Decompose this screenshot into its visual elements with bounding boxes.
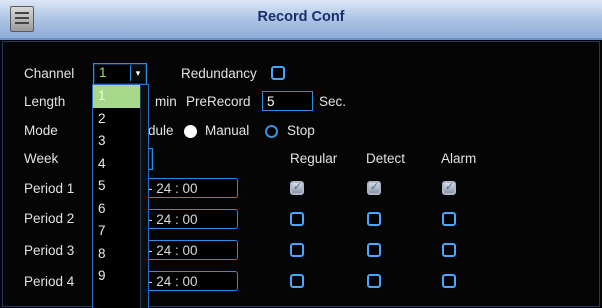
prerecord-label: PreRecord [186, 94, 251, 109]
period-3-regular-checkbox[interactable] [290, 243, 304, 257]
period-3-alarm-checkbox[interactable] [442, 243, 456, 257]
period-4-detect-checkbox[interactable] [367, 274, 381, 288]
column-alarm: Alarm [441, 151, 477, 166]
period-4-alarm-checkbox[interactable] [442, 274, 456, 288]
period-2-alarm-checkbox[interactable] [442, 212, 456, 226]
chevron-down-icon[interactable]: ▾ [130, 65, 145, 81]
prerecord-unit: Sec. [319, 94, 347, 109]
period-3-time[interactable]: - 24 : 00 [140, 240, 238, 260]
period-2-regular-checkbox[interactable] [290, 212, 304, 226]
period-4-time[interactable]: - 24 : 00 [140, 271, 238, 291]
mode-label: Mode [24, 123, 58, 138]
mode-manual-label: Manual [205, 123, 250, 138]
dropdown-scrollbar[interactable] [140, 85, 148, 308]
period-2-detect-checkbox[interactable] [367, 212, 381, 226]
length-label: Length [24, 94, 66, 109]
channel-select[interactable]: 1 ▾ [93, 63, 147, 85]
period-4-regular-checkbox[interactable] [290, 274, 304, 288]
redundancy-label: Redundancy [181, 66, 257, 81]
period-1-time[interactable]: - 24 : 00 [140, 178, 238, 198]
period-1-alarm-checkbox[interactable] [442, 180, 456, 195]
period-1-regular-checkbox[interactable] [290, 180, 304, 195]
title-bar: Record Conf [0, 0, 602, 40]
period-1-detect-checkbox[interactable] [367, 180, 381, 195]
window-title: Record Conf [257, 9, 345, 25]
channel-select-value: 1 [99, 65, 107, 80]
period-4-label: Period 4 [24, 274, 75, 289]
period-3-detect-checkbox[interactable] [367, 243, 381, 257]
week-label: Week [24, 151, 59, 166]
mode-stop-label: Stop [287, 123, 315, 138]
period-2-time[interactable]: - 24 : 00 [140, 209, 238, 229]
mode-stop-radio[interactable] [265, 125, 278, 138]
column-regular: Regular [290, 151, 338, 166]
mode-manual-radio[interactable] [184, 125, 197, 138]
mode-schedule-label: dule [148, 123, 174, 138]
prerecord-input[interactable]: 5 [262, 91, 313, 111]
column-detect: Detect [366, 151, 406, 166]
channel-label: Channel [24, 66, 75, 81]
channel-dropdown-list: 1 2 3 4 5 6 7 8 9 [92, 84, 149, 308]
redundancy-checkbox[interactable] [271, 66, 285, 80]
period-3-label: Period 3 [24, 243, 75, 258]
period-1-label: Period 1 [24, 181, 75, 196]
length-unit: min [155, 94, 177, 109]
record-conf-window: Record Conf Channel 1 ▾ Redundancy Lengt… [0, 0, 602, 308]
period-2-label: Period 2 [24, 211, 75, 226]
